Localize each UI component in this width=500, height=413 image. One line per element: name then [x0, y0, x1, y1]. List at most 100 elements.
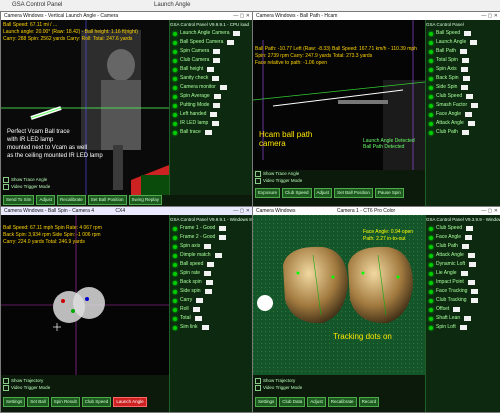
window-controls[interactable]: — ▢ ✕ [233, 12, 250, 20]
launch-angle-button[interactable]: Launch Angle [113, 397, 147, 407]
pause-spin-button[interactable]: Pause Spin [374, 188, 404, 198]
value-box[interactable] [194, 316, 202, 321]
value-box[interactable] [467, 280, 475, 285]
checkbox-video-trigger[interactable]: Video Trigger Mode [255, 177, 302, 184]
window-titlebar[interactable]: Camera Windows - Ball Path - Hcam — ▢ ✕ [253, 12, 500, 20]
window-controls[interactable]: — ▢ ✕ [481, 12, 498, 20]
checkbox-video-trigger[interactable]: Video Trigger Mode [3, 384, 50, 391]
value-box[interactable] [461, 58, 469, 63]
panel-row[interactable]: Sim link [170, 323, 252, 332]
value-box[interactable] [461, 130, 469, 135]
panel-row[interactable]: Camera monitor [170, 83, 252, 92]
value-box[interactable] [469, 262, 477, 267]
send-to-sim-button[interactable]: Send To Sim [3, 195, 35, 205]
window-controls[interactable]: — ▢ ✕ [233, 207, 250, 215]
panel-row[interactable]: Launch Angle [426, 38, 500, 47]
value-box[interactable] [462, 76, 470, 81]
value-box[interactable] [460, 49, 468, 54]
panel-row[interactable]: Spin Axis [426, 65, 500, 74]
checkbox-video-trigger[interactable]: Video Trigger Mode [255, 384, 302, 391]
checkbox-show-trajectory[interactable]: Show Trajectory [255, 377, 302, 384]
panel-row[interactable]: Sanity check [170, 74, 252, 83]
panel-row[interactable]: Left handed [170, 110, 252, 119]
window-titlebar[interactable]: Camera Windows Camera 1 - CT6 Pro Color … [253, 207, 500, 215]
panel-row[interactable]: Back spin [170, 278, 252, 287]
adjust-button[interactable]: Adjust [313, 188, 333, 198]
value-box[interactable] [467, 253, 475, 258]
checkbox-show-trace[interactable]: Show Trace Angle [3, 176, 50, 183]
panel-row[interactable]: Impact Point [426, 278, 500, 287]
value-box[interactable] [460, 67, 468, 72]
panel-row[interactable]: Ball trace [170, 128, 252, 137]
record-button[interactable]: Record [358, 397, 380, 407]
checkbox-video-trigger[interactable]: Video Trigger Mode [3, 183, 50, 190]
value-box[interactable] [461, 244, 469, 249]
set-ball-button[interactable]: Set Ball [27, 397, 49, 407]
set-ball-position-button[interactable]: Set Ball Position [334, 188, 373, 198]
spin-result-button[interactable]: Spin Result [50, 397, 80, 407]
panel-row[interactable]: Spin Average [170, 92, 252, 101]
swing-replay-button[interactable]: Swing Replay [128, 195, 163, 205]
panel-row[interactable]: Lie Angle [426, 269, 500, 278]
value-box[interactable] [212, 121, 220, 126]
settings-button[interactable]: Settings [255, 397, 278, 407]
panel-row[interactable]: Spin Loft [426, 323, 500, 332]
value-box[interactable] [233, 31, 241, 36]
panel-row[interactable]: Ball speed [170, 260, 252, 269]
window-club-camera[interactable]: Camera Windows Camera 1 - CT6 Pro Color … [252, 206, 500, 413]
value-box[interactable] [214, 253, 222, 258]
panel-row[interactable]: Club Speed [426, 224, 500, 233]
window-titlebar[interactable]: Camera Windows - Vertical Launch Angle -… [1, 12, 252, 20]
value-box[interactable] [207, 262, 215, 267]
panel-row[interactable]: Club Camera [170, 56, 252, 65]
value-box[interactable] [461, 85, 469, 90]
value-box[interactable] [465, 235, 473, 240]
value-box[interactable] [210, 112, 218, 117]
value-box[interactable] [459, 325, 467, 330]
value-box[interactable] [212, 76, 220, 81]
panel-row[interactable]: Club Speed [426, 92, 500, 101]
panel-row[interactable]: Back Spin [426, 74, 500, 83]
panel-row[interactable]: Side Spin [426, 83, 500, 92]
panel-row[interactable]: Side spin [170, 287, 252, 296]
window-ball-path[interactable]: Camera Windows - Ball Path - Hcam — ▢ ✕ … [252, 11, 500, 207]
value-box[interactable] [205, 280, 213, 285]
value-box[interactable] [213, 49, 221, 54]
value-box[interactable] [204, 271, 212, 276]
checkbox-show-trajectory[interactable]: Show Trajectory [3, 377, 50, 384]
window-titlebar[interactable]: Camera Windows - Ball Spin - Camera 4 CX… [1, 207, 252, 215]
panel-row[interactable]: Club Path [426, 242, 500, 251]
panel-row[interactable]: Offset [426, 305, 500, 314]
window-ball-spin[interactable]: Camera Windows - Ball Spin - Camera 4 CX… [0, 206, 253, 413]
panel-row[interactable]: Dimple match [170, 251, 252, 260]
panel-row[interactable]: Spin rate [170, 269, 252, 278]
panel-row[interactable]: Ball Path [426, 47, 500, 56]
recalibrate-button[interactable]: Recalibrate [327, 397, 357, 407]
panel-row[interactable]: Club Path [426, 128, 500, 137]
panel-row[interactable]: Club Tracking [426, 296, 500, 305]
value-box[interactable] [467, 121, 475, 126]
panel-row[interactable]: Ball Speed [426, 29, 500, 38]
panel-row[interactable]: Spin Camera [170, 47, 252, 56]
value-box[interactable] [192, 307, 200, 312]
panel-row[interactable]: Face Angle [426, 233, 500, 242]
panel-row[interactable]: Roll [170, 305, 252, 314]
value-box[interactable] [465, 112, 473, 117]
panel-row[interactable]: Dynamic Loft [426, 260, 500, 269]
club-speed-button[interactable]: Club Speed [282, 188, 312, 198]
panel-row[interactable]: Carry [170, 296, 252, 305]
panel-row[interactable]: Total [170, 314, 252, 323]
value-box[interactable] [471, 103, 479, 108]
value-box[interactable] [453, 307, 461, 312]
panel-row[interactable]: IR LED lamp [170, 119, 252, 128]
value-box[interactable] [207, 67, 215, 72]
club-speed-button[interactable]: Club Speed [81, 397, 112, 407]
window-launch-angle[interactable]: Camera Windows - Vertical Launch Angle -… [0, 11, 253, 207]
value-box[interactable] [219, 235, 227, 240]
panel-row[interactable]: Frame 1 - Good [170, 224, 252, 233]
value-box[interactable] [204, 244, 212, 249]
exposure-button[interactable]: Exposure [255, 188, 281, 198]
panel-row[interactable]: Smash Factor [426, 101, 500, 110]
value-box[interactable] [470, 40, 478, 45]
panel-row[interactable]: Ball Speed Camera [170, 38, 252, 47]
